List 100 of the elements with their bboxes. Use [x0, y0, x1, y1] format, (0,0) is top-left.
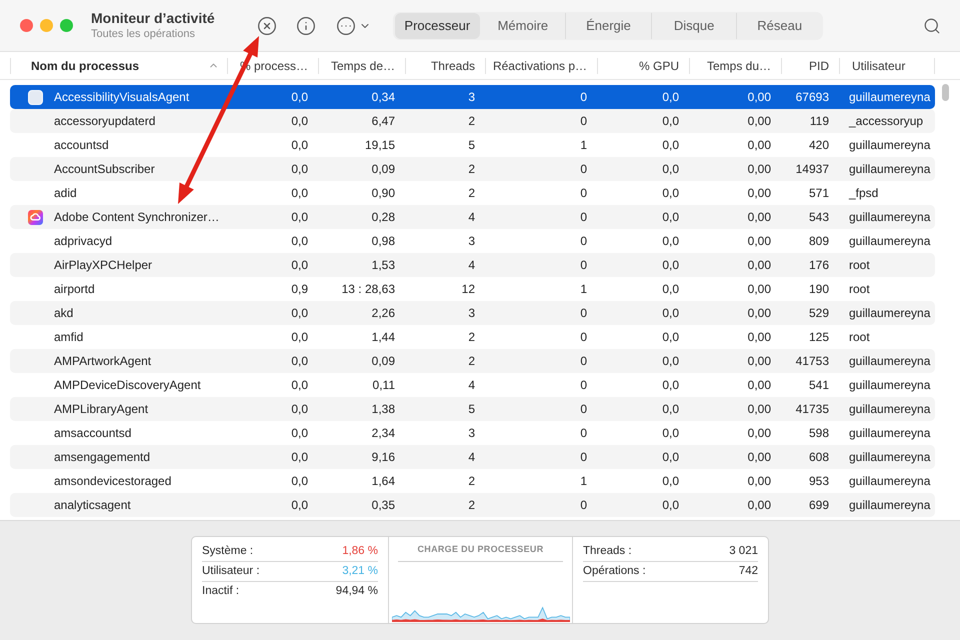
table-cell-text: 571	[808, 185, 830, 202]
table-cell-text: 0,0	[661, 233, 680, 250]
table-cell-text: 0,0	[290, 353, 309, 370]
table-cell-text: 0,0	[290, 233, 309, 250]
table-cell-text: 0,0	[290, 89, 309, 106]
x-circle-icon[interactable]	[257, 16, 277, 36]
table-cell-text: 0,0	[661, 305, 680, 322]
table-cell-text: 2,34	[370, 425, 396, 442]
tab[interactable]: Processeur	[395, 12, 480, 38]
table-row[interactable]: AMPArtworkAgent 0,0 0,09 2 0 0,0 0,00 41753 guillaumereyna	[10, 349, 935, 373]
table-cell-text: 0	[579, 257, 588, 274]
table-cell-text: 5	[467, 137, 476, 154]
table-row[interactable]: AMPLibraryAgent 0,0 1,38 5 0 0,0 0,00 41735 guillaumereyna	[10, 397, 935, 421]
window-subtitle: Toutes les opérations	[91, 27, 196, 41]
table-cell-text: 0	[579, 329, 588, 346]
table-cell-text: 0,00	[746, 281, 772, 298]
table-cell-text: 1,64	[370, 473, 396, 490]
table-cell-text: 119	[808, 113, 830, 130]
table-cell-text: amsengagementd	[54, 449, 150, 466]
table-cell-text: accessoryupdaterd	[54, 113, 156, 130]
table-row[interactable]: AccountSubscriber 0,0 0,09 2 0 0,0 0,00 14937 guillaumereyna	[10, 157, 935, 181]
column-header[interactable]: Temps de…	[319, 58, 406, 74]
table-cell-text: 41735	[794, 401, 830, 418]
table-cell-text: 0,0	[661, 497, 680, 514]
table-cell-text: analyticsagent	[54, 497, 131, 514]
table-cell-text: 0,00	[746, 425, 772, 442]
table-cell-text: 0	[579, 425, 588, 442]
table-cell-text: 0	[579, 401, 588, 418]
table-cell-text: 0,0	[661, 209, 680, 226]
table-cell-text: 0,0	[661, 185, 680, 202]
table-cell-text: 0,0	[661, 161, 680, 178]
table-cell-text: 3	[467, 233, 476, 250]
table-cell-text: 541	[808, 377, 830, 394]
column-header[interactable]: % GPU	[598, 58, 690, 74]
table-cell-text: 0	[579, 377, 588, 394]
table-cell-text: AccessibilityVisualsAgent	[54, 89, 190, 106]
table-cell-text: 1	[579, 137, 588, 154]
table-cell-text: 0	[579, 161, 588, 178]
table-cell-text: guillaumereyna	[848, 353, 932, 370]
table-row[interactable]: AccessibilityVisualsAgent 0,0 0,34 3 0 0,0 0,00 67693 guillaumereyna	[10, 85, 935, 109]
ellipsis-circle-icon[interactable]	[336, 16, 356, 36]
tab[interactable]: Disque	[652, 12, 736, 38]
table-cell-text: 0,09	[370, 161, 396, 178]
table-cell-text: 2	[467, 113, 476, 130]
table-cell-text: 0	[579, 233, 588, 250]
tab[interactable]: Énergie	[566, 12, 651, 38]
table-cell-text: airportd	[54, 281, 95, 298]
search-icon[interactable]	[923, 16, 941, 34]
table-cell-text: 3	[467, 425, 476, 442]
table-cell-text: 0,11	[372, 377, 396, 394]
table-cell-text: 0,35	[370, 497, 396, 514]
table-cell-text: 0	[579, 185, 588, 202]
table-cell-text: 0,98	[370, 233, 396, 250]
table-cell-text: 6,47	[370, 113, 396, 130]
column-header[interactable]: Utilisateur	[840, 58, 935, 74]
table-row[interactable]: amsengagementd 0,0 9,16 4 0 0,0 0,00 608 guillaumereyna	[10, 445, 935, 469]
scrollbar-thumb[interactable]	[942, 84, 949, 101]
table-cell-text: 1	[579, 281, 588, 298]
table-cell-text: 543	[808, 209, 830, 226]
table-row[interactable]: Adobe Content Synchronizer… 0,0 0,28 4 0 0,0 0,00 543 guillaumereyna	[10, 205, 935, 229]
tab[interactable]: Mémoire	[480, 12, 566, 38]
column-header[interactable]: PID	[782, 58, 840, 74]
table-cell-text: 0,0	[661, 425, 680, 442]
table-cell-text: akd	[54, 305, 74, 322]
table-cell-text: guillaumereyna	[848, 377, 932, 394]
tab[interactable]: Réseau	[737, 12, 822, 38]
table-cell-text: 0,0	[661, 113, 680, 130]
table-row[interactable]: AirPlayXPCHelper 0,0 1,53 4 0 0,0 0,00 176 root	[10, 253, 935, 277]
table-cell-text: 5	[467, 401, 476, 418]
table-row[interactable]: accessoryupdaterd 0,0 6,47 2 0 0,0 0,00 119 _accessoryup	[10, 109, 935, 133]
table-cell-text: 125	[808, 329, 830, 346]
table-cell-text: 4	[467, 257, 476, 274]
table-cell-text: guillaumereyna	[848, 137, 932, 154]
column-header[interactable]: Nom du processus	[10, 58, 228, 74]
table-cell-text: 608	[808, 449, 830, 466]
column-header[interactable]: Threads	[406, 58, 486, 74]
column-header[interactable]: Temps du…	[690, 58, 782, 74]
table-cell-text: 12	[460, 281, 476, 298]
table-cell-text: 13 : 28,63	[340, 281, 396, 298]
table-row[interactable]: akd 0,0 2,26 3 0 0,0 0,00 529 guillaumereyna	[10, 301, 935, 325]
table-cell-text: 0,34	[370, 89, 396, 106]
window-close-icon[interactable]	[20, 19, 33, 32]
info-icon[interactable]	[296, 16, 316, 36]
table-cell-text: 2	[467, 497, 476, 514]
table-cell-text: 0,0	[290, 473, 309, 490]
table-cell-text: root	[848, 281, 871, 298]
table-cell-text: 0	[579, 353, 588, 370]
table-cell-text: 699	[808, 497, 830, 514]
table-cell-text: guillaumereyna	[848, 473, 932, 490]
column-header[interactable]: Réactivations p…	[486, 58, 598, 74]
table-row[interactable]: analyticsagent 0,0 0,35 2 0 0,0 0,00 699 guillaumereyna	[10, 493, 935, 517]
table-cell-text: 9,16	[370, 449, 396, 466]
table-cell-text: guillaumereyna	[848, 305, 932, 322]
table-cell-text: 0,0	[290, 257, 309, 274]
table-cell-text: 0	[579, 89, 588, 106]
table-cell-text: guillaumereyna	[848, 497, 932, 514]
table-cell-text: 0,0	[661, 329, 680, 346]
table-cell-text: 190	[808, 281, 830, 298]
table-cell-text: 0,00	[746, 377, 772, 394]
table-cell-text: 0,0	[661, 449, 680, 466]
